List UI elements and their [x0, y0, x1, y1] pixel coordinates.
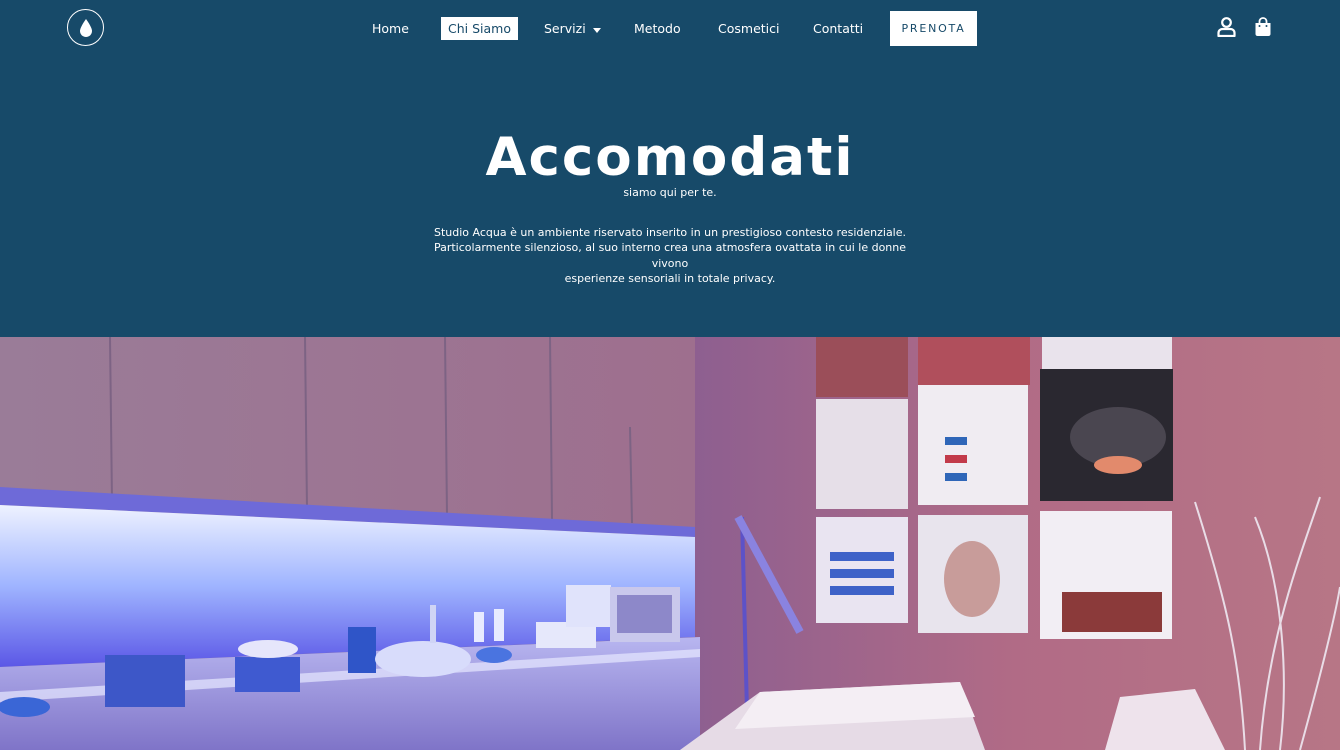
nav-home-label: Home: [372, 21, 409, 36]
nav-metodo-label: Metodo: [634, 21, 681, 36]
nav-servizi[interactable]: Servizi: [544, 17, 601, 40]
nav-chi-siamo-label: Chi Siamo: [448, 21, 511, 36]
user-icon[interactable]: [1217, 17, 1237, 38]
nav-cosmetici-label: Cosmetici: [718, 21, 780, 36]
water-drop-icon: [79, 18, 92, 37]
nav-cosmetici[interactable]: Cosmetici: [718, 17, 779, 40]
nav-contatti-label: Contatti: [813, 21, 864, 36]
nav-contatti[interactable]: Contatti: [813, 17, 863, 40]
prenota-button[interactable]: PRENOTA: [890, 11, 977, 46]
site-header: Home Chi Siamo Servizi Metodo Cosmetici …: [0, 0, 1340, 56]
spa-treatment-room-photo: [0, 337, 1340, 750]
logo[interactable]: [67, 9, 104, 46]
hero-subtitle: siamo qui per te.: [623, 186, 717, 199]
hero-description-line: esperienze sensoriali in totale privacy.: [564, 271, 776, 285]
prenota-label: PRENOTA: [901, 22, 966, 35]
shopping-bag-icon[interactable]: [1254, 17, 1274, 37]
nav-home[interactable]: Home: [372, 17, 409, 40]
hero-description-line: Studio Acqua è un ambiente riservato ins…: [433, 226, 907, 239]
hero-description: Studio Acqua è un ambiente riservato ins…: [420, 225, 920, 286]
hero-description-line: Particolarmente silenzioso, al suo inter…: [433, 241, 907, 270]
caret-down-icon: [592, 21, 601, 36]
hero-section: Accomodati siamo qui per te. Studio Acqu…: [0, 56, 1340, 337]
nav-servizi-label: Servizi: [544, 21, 586, 36]
nav-chi-siamo[interactable]: Chi Siamo: [441, 17, 518, 40]
nav-metodo[interactable]: Metodo: [634, 17, 681, 40]
hero-title: Accomodati: [485, 127, 855, 188]
